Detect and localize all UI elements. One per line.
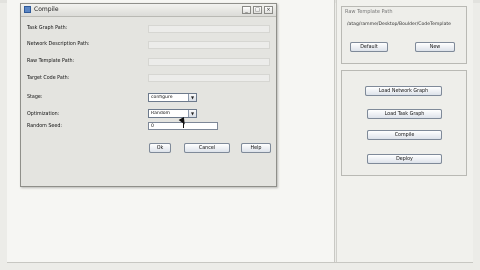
- stage-selected-value: configure: [151, 95, 173, 100]
- template-path-group-title: Raw Template Path: [345, 9, 393, 15]
- target-code-path-label: Target Code Path:: [27, 76, 70, 81]
- compile-action-button[interactable]: Compile: [367, 130, 442, 140]
- new-button[interactable]: New: [415, 42, 455, 52]
- close-button[interactable]: ×: [264, 6, 273, 14]
- network-description-path-label: Network Description Path:: [27, 42, 90, 47]
- default-button[interactable]: Default: [350, 42, 388, 52]
- dialog-titlebar[interactable]: [21, 4, 276, 17]
- task-graph-path-label: Task Graph Path:: [27, 26, 68, 31]
- deploy-button[interactable]: Deploy: [367, 154, 442, 164]
- target-code-path-input[interactable]: [148, 74, 270, 82]
- stage-select[interactable]: configure ▼: [148, 93, 197, 102]
- template-path-value: /atag/ramme/Desktop/Boulder/CodeTemplate: [347, 22, 452, 27]
- dialog-title: Compile: [34, 6, 59, 13]
- minimize-button[interactable]: _: [242, 6, 251, 14]
- load-network-graph-button[interactable]: Load Network Graph: [365, 86, 442, 96]
- load-task-graph-button[interactable]: Load Task Graph: [367, 109, 442, 119]
- chevron-down-icon[interactable]: ▼: [188, 110, 196, 117]
- window-divider: [7, 262, 473, 263]
- maximize-button[interactable]: □: [253, 6, 262, 14]
- optimization-label: Optimization:: [27, 112, 60, 117]
- network-description-path-input[interactable]: [148, 41, 270, 49]
- optimization-select[interactable]: Random ▼: [148, 109, 197, 118]
- raw-template-path-input[interactable]: [148, 58, 270, 66]
- help-button[interactable]: Help: [241, 143, 271, 153]
- stage-label: Stage:: [27, 95, 43, 100]
- java-app-icon: [24, 6, 31, 13]
- ok-button[interactable]: Ok: [149, 143, 171, 153]
- task-graph-path-input[interactable]: [148, 25, 270, 33]
- optimization-selected-value: Random: [151, 111, 171, 116]
- cancel-button[interactable]: Cancel: [184, 143, 230, 153]
- raw-template-path-label: Raw Template Path:: [27, 59, 75, 64]
- random-seed-label: Random Seed:: [27, 124, 62, 129]
- chevron-down-icon[interactable]: ▼: [188, 94, 196, 101]
